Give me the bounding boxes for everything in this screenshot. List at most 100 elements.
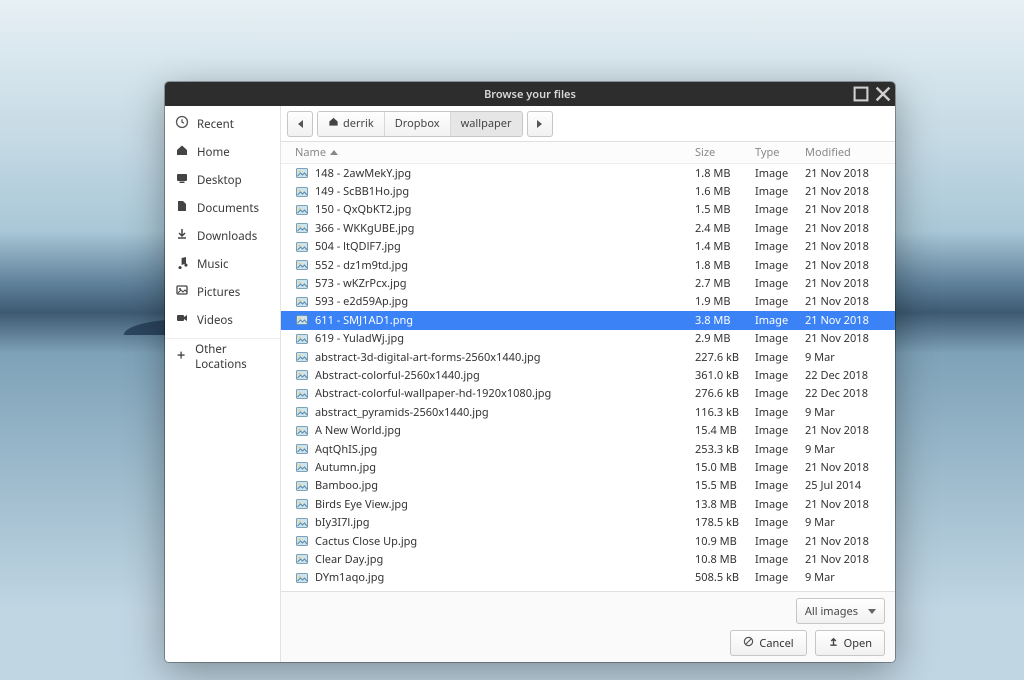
file-row[interactable]: abstract_pyramids-2560x1440.jpg 116.3 kB… <box>281 403 895 421</box>
file-row[interactable]: 148 - 2awMekY.jpg 1.8 MB Image 21 Nov 20… <box>281 164 895 182</box>
file-row[interactable]: 619 - YuladWj.jpg 2.9 MB Image 21 Nov 20… <box>281 330 895 348</box>
sidebar-item-downloads[interactable]: Downloads <box>165 222 280 250</box>
image-file-icon <box>295 258 309 272</box>
column-headers: Name Size Type Modified <box>281 142 895 164</box>
places-sidebar: Recent Home Desktop Documents <box>165 106 281 662</box>
file-row[interactable]: Bamboo.jpg 15.5 MB Image 25 Jul 2014 <box>281 477 895 495</box>
col-header-label: Size <box>695 145 715 160</box>
file-row[interactable]: 366 - WKKgUBE.jpg 2.4 MB Image 21 Nov 20… <box>281 219 895 237</box>
file-row[interactable]: abstract-3d-digital-art-forms-2560x1440.… <box>281 348 895 366</box>
file-size: 116.3 kB <box>695 405 739 420</box>
file-row[interactable]: AqtQhIS.jpg 253.3 kB Image 9 Mar <box>281 440 895 458</box>
sidebar-item-home[interactable]: Home <box>165 138 280 166</box>
file-name: 504 - ltQDlF7.jpg <box>315 239 401 254</box>
file-type: Image <box>755 497 788 512</box>
clock-icon <box>175 115 189 133</box>
file-row[interactable]: 149 - ScBB1Ho.jpg 1.6 MB Image 21 Nov 20… <box>281 182 895 200</box>
image-file-icon <box>295 460 309 474</box>
file-name: Abstract-colorful-wallpaper-hd-1920x1080… <box>315 386 551 401</box>
file-row[interactable]: 504 - ltQDlF7.jpg 1.4 MB Image 21 Nov 20… <box>281 238 895 256</box>
col-header-label: Name <box>295 145 326 160</box>
file-row[interactable]: DYm1aqo.jpg 508.5 kB Image 9 Mar <box>281 569 895 587</box>
cancel-icon <box>743 636 754 651</box>
file-type: Image <box>755 294 788 309</box>
close-icon[interactable] <box>875 86 891 102</box>
sidebar-other-locations[interactable]: Other Locations <box>165 343 280 371</box>
file-type: Image <box>755 570 788 585</box>
breadcrumb-segment[interactable]: Dropbox <box>385 112 451 136</box>
filter-select[interactable]: All images <box>796 598 885 624</box>
image-file-icon <box>295 552 309 566</box>
file-type: Image <box>755 166 788 181</box>
file-modified: 21 Nov 2018 <box>805 294 869 309</box>
maximize-icon[interactable] <box>853 86 869 102</box>
breadcrumb-segment-current[interactable]: wallpaper <box>451 112 522 136</box>
file-type: Image <box>755 350 788 365</box>
file-name: Cactus Close Up.jpg <box>315 534 417 549</box>
sidebar-item-documents[interactable]: Documents <box>165 194 280 222</box>
image-file-icon <box>295 350 309 364</box>
file-modified: 21 Nov 2018 <box>805 534 869 549</box>
col-header-type[interactable]: Type <box>755 145 805 160</box>
image-file-icon <box>295 277 309 291</box>
sidebar-item-label: Downloads <box>197 229 257 244</box>
file-name: 149 - ScBB1Ho.jpg <box>315 184 409 199</box>
file-row[interactable]: A New World.jpg 15.4 MB Image 21 Nov 201… <box>281 421 895 439</box>
file-row[interactable]: 573 - wKZrPcx.jpg 2.7 MB Image 21 Nov 20… <box>281 274 895 292</box>
file-type: Image <box>755 515 788 530</box>
file-row[interactable]: Birds Eye View.jpg 13.8 MB Image 21 Nov … <box>281 495 895 513</box>
file-row[interactable]: 593 - e2d59Ap.jpg 1.9 MB Image 21 Nov 20… <box>281 293 895 311</box>
file-name: 573 - wKZrPcx.jpg <box>315 276 407 291</box>
file-type: Image <box>755 331 788 346</box>
col-header-modified[interactable]: Modified <box>805 145 889 160</box>
file-list[interactable]: 148 - 2awMekY.jpg 1.8 MB Image 21 Nov 20… <box>281 164 895 591</box>
file-size: 1.5 MB <box>695 202 731 217</box>
nav-forward-button[interactable] <box>527 111 553 137</box>
file-name: 366 - WKKgUBE.jpg <box>315 221 414 236</box>
col-header-size[interactable]: Size <box>695 145 755 160</box>
chevron-down-icon <box>868 609 876 614</box>
file-type: Image <box>755 368 788 383</box>
sidebar-item-videos[interactable]: Videos <box>165 306 280 334</box>
image-file-icon <box>295 221 309 235</box>
sidebar-item-label: Desktop <box>197 173 242 188</box>
image-file-icon <box>295 203 309 217</box>
file-row[interactable]: Clear Day.jpg 10.8 MB Image 21 Nov 2018 <box>281 550 895 568</box>
file-size: 10.9 MB <box>695 534 737 549</box>
file-name: abstract_pyramids-2560x1440.jpg <box>315 405 489 420</box>
file-name: bIy3I7l.jpg <box>315 515 370 530</box>
image-file-icon <box>295 571 309 585</box>
sidebar-item-pictures[interactable]: Pictures <box>165 278 280 306</box>
file-modified: 22 Dec 2018 <box>805 386 868 401</box>
file-row[interactable]: bIy3I7l.jpg 178.5 kB Image 9 Mar <box>281 513 895 531</box>
file-size: 508.5 kB <box>695 570 739 585</box>
file-name: Abstract-colorful-2560x1440.jpg <box>315 368 480 383</box>
file-row[interactable]: 611 - SMJ1AD1.png 3.8 MB Image 21 Nov 20… <box>281 311 895 329</box>
file-type: Image <box>755 534 788 549</box>
sidebar-item-recent[interactable]: Recent <box>165 110 280 138</box>
file-row[interactable]: Cactus Close Up.jpg 10.9 MB Image 21 Nov… <box>281 532 895 550</box>
file-type: Image <box>755 184 788 199</box>
file-size: 1.8 MB <box>695 258 731 273</box>
breadcrumb-label: wallpaper <box>461 116 512 131</box>
videos-icon <box>175 311 189 329</box>
file-size: 2.4 MB <box>695 221 731 236</box>
open-button[interactable]: Open <box>815 630 885 656</box>
file-row[interactable]: 552 - dz1m9td.jpg 1.8 MB Image 21 Nov 20… <box>281 256 895 274</box>
file-row[interactable]: Abstract-colorful-2560x1440.jpg 361.0 kB… <box>281 366 895 384</box>
breadcrumb-label: derrik <box>343 116 374 131</box>
open-label: Open <box>844 636 872 651</box>
file-row[interactable]: Abstract-colorful-wallpaper-hd-1920x1080… <box>281 385 895 403</box>
col-header-name[interactable]: Name <box>295 145 695 160</box>
dialog-footer: All images Cancel Open <box>281 591 895 662</box>
sidebar-item-music[interactable]: Music <box>165 250 280 278</box>
sidebar-item-label: Videos <box>197 313 233 328</box>
file-row[interactable]: Autumn.jpg 15.0 MB Image 21 Nov 2018 <box>281 458 895 476</box>
file-row[interactable]: 150 - QxQbKT2.jpg 1.5 MB Image 21 Nov 20… <box>281 201 895 219</box>
breadcrumb-home-segment[interactable]: derrik <box>318 112 385 136</box>
col-header-label: Modified <box>805 145 851 160</box>
file-modified: 21 Nov 2018 <box>805 460 869 475</box>
cancel-button[interactable]: Cancel <box>730 630 806 656</box>
nav-back-button[interactable] <box>287 111 313 137</box>
sidebar-item-desktop[interactable]: Desktop <box>165 166 280 194</box>
